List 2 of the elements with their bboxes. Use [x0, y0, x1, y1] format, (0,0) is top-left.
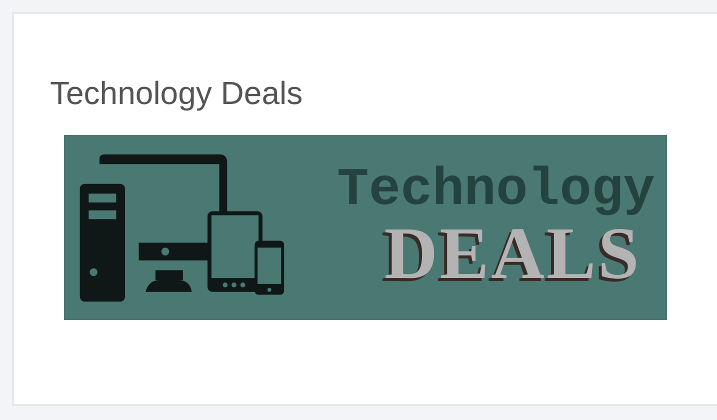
card-title: Technology Deals: [50, 76, 304, 112]
banner-deals-text: DEALS: [384, 217, 641, 292]
